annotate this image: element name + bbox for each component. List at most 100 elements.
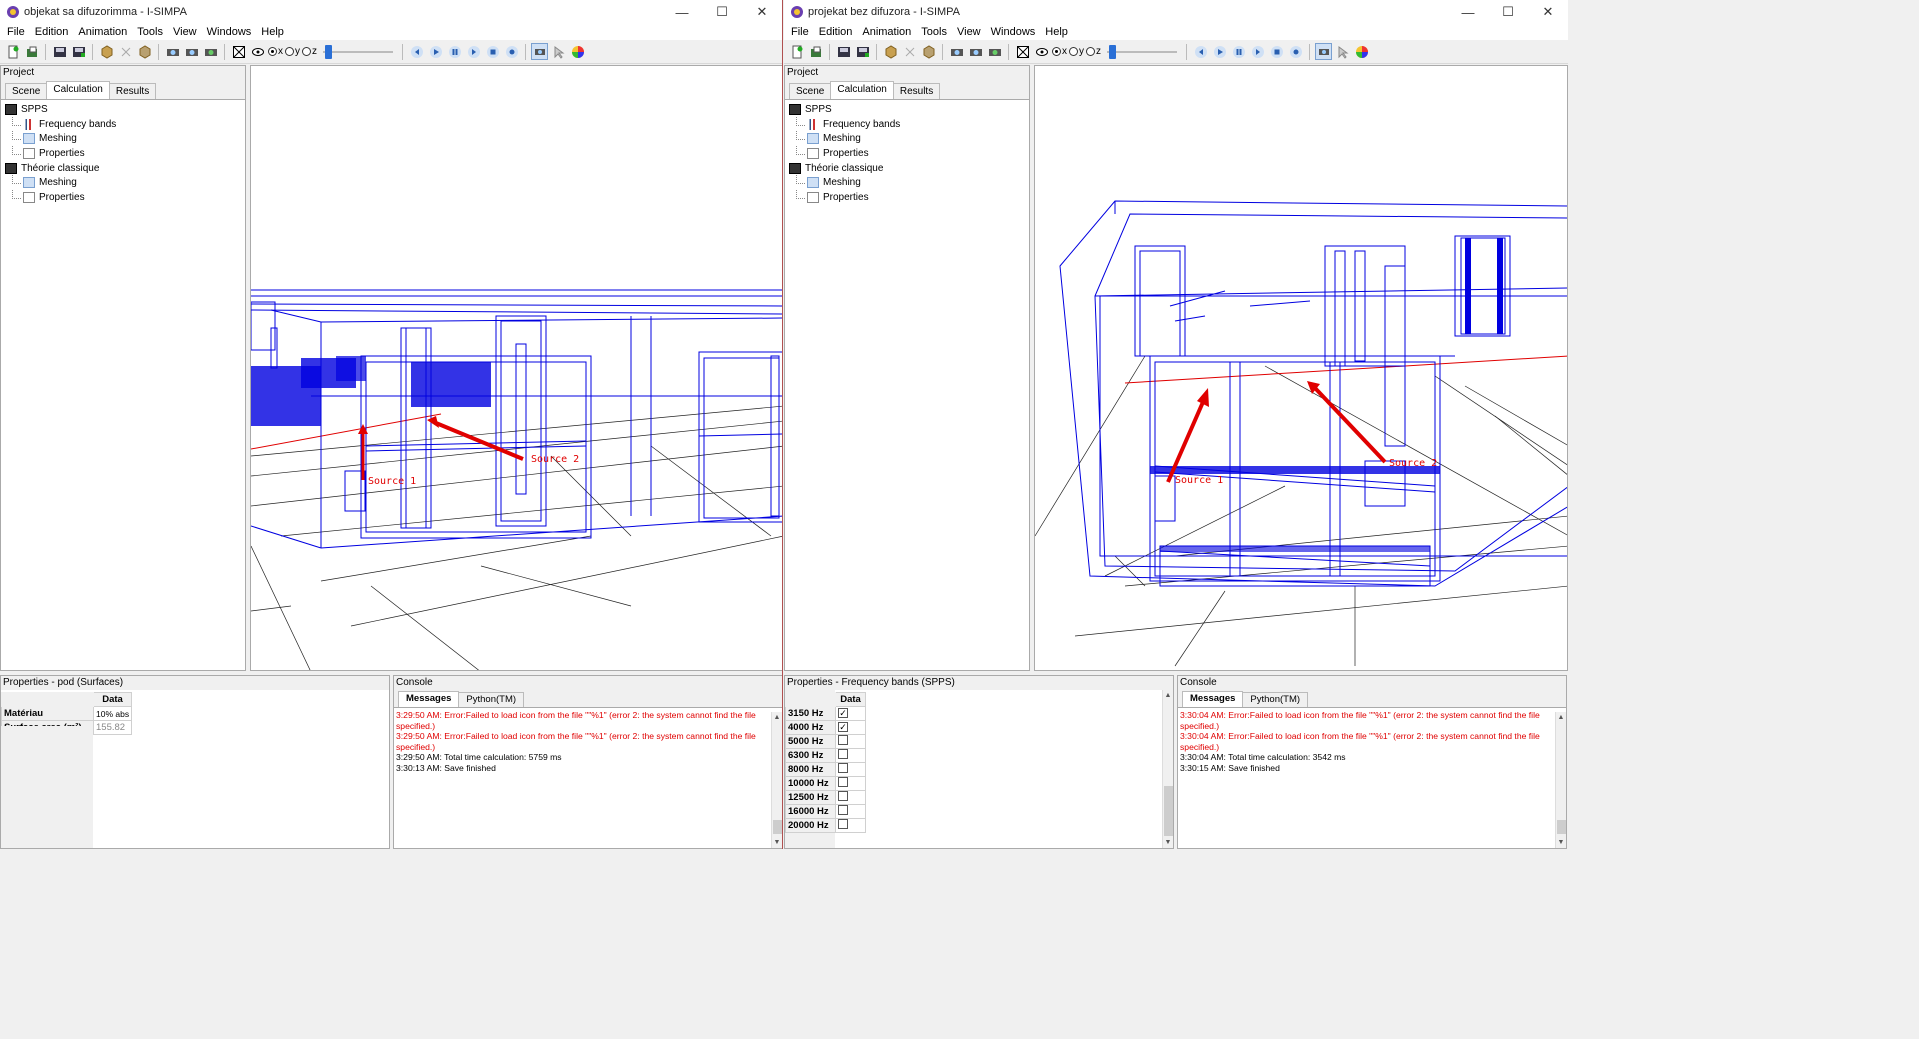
pointer-icon[interactable] [1334,43,1351,60]
play-icon[interactable] [1211,43,1228,60]
bounding-box-icon[interactable] [1014,43,1031,60]
title-bar[interactable]: objekat sa difuzorimma - I-SIMPA — ☐ ✕ [0,0,782,24]
tree-item-properties[interactable]: Properties [1,146,245,161]
new-project-icon[interactable] [788,43,805,60]
tree-item-meshing[interactable]: Meshing [785,131,1029,146]
row-value[interactable]: 10% abs [92,706,133,721]
properties-scrollbar[interactable]: ▲ ▼ [1162,690,1173,848]
menu-windows[interactable]: Windows [202,26,257,38]
menu-edition[interactable]: Edition [814,26,858,38]
radio-y[interactable]: y [285,46,300,57]
wireframe-scene[interactable]: Source 1 Source 2 [1035,66,1568,671]
radio-x[interactable]: x [268,46,283,57]
menu-tools[interactable]: Tools [916,26,952,38]
menu-help[interactable]: Help [1040,26,1073,38]
color-wheel-icon[interactable] [1353,43,1370,60]
camera-icon[interactable] [948,43,965,60]
record-icon[interactable] [1287,43,1304,60]
menu-help[interactable]: Help [256,26,289,38]
scroll-up-icon[interactable]: ▲ [1556,712,1566,723]
cube-alt-icon[interactable] [136,43,153,60]
first-frame-icon[interactable] [1192,43,1209,60]
checkbox-checked[interactable]: ✓ [838,722,848,732]
close-button[interactable]: ✕ [1528,0,1568,24]
menu-file[interactable]: File [2,26,30,38]
menu-view[interactable]: View [168,26,202,38]
tree-item-properties[interactable]: Properties [1,190,245,205]
checkbox-unchecked[interactable] [838,763,848,773]
tab-python[interactable]: Python(TM) [458,692,525,707]
3d-viewport[interactable]: Source 1 Source 2 [1034,65,1568,671]
camera-3-icon[interactable] [202,43,219,60]
camera-2-icon[interactable] [967,43,984,60]
menu-animation[interactable]: Animation [857,26,916,38]
stop-icon[interactable] [484,43,501,60]
save-icon[interactable] [51,43,68,60]
tab-results[interactable]: Results [892,83,941,99]
menu-animation[interactable]: Animation [73,26,132,38]
tree-item-properties[interactable]: Properties [785,146,1029,161]
tree-item-spps[interactable]: SPPS [785,102,1029,117]
checkbox-unchecked[interactable] [838,735,848,745]
minimize-button[interactable]: — [662,0,702,24]
camera-icon[interactable] [164,43,181,60]
record-icon[interactable] [503,43,520,60]
tab-python[interactable]: Python(TM) [1242,692,1309,707]
minimize-button[interactable]: — [1448,0,1488,24]
checkbox-unchecked[interactable] [838,819,848,829]
cut-icon[interactable] [901,43,918,60]
scroll-up-icon[interactable]: ▲ [772,712,782,723]
scroll-down-icon[interactable]: ▼ [772,837,782,848]
new-project-icon[interactable] [4,43,21,60]
cube-alt-icon[interactable] [920,43,937,60]
save-as-icon[interactable] [70,43,87,60]
tree-item-properties[interactable]: Properties [785,190,1029,205]
color-wheel-icon[interactable] [569,43,586,60]
cut-plane-slider[interactable] [323,44,393,60]
tab-scene[interactable]: Scene [5,83,48,99]
menu-file[interactable]: File [786,26,814,38]
menu-windows[interactable]: Windows [986,26,1041,38]
save-icon[interactable] [835,43,852,60]
zoom-icon[interactable] [531,43,548,60]
checkbox-unchecked[interactable] [838,791,848,801]
tab-scene[interactable]: Scene [789,83,832,99]
tree-item-spps[interactable]: SPPS [1,102,245,117]
maximize-button[interactable]: ☐ [1488,0,1528,24]
menu-edition[interactable]: Edition [30,26,74,38]
tree-item-meshing[interactable]: Meshing [1,131,245,146]
tab-messages[interactable]: Messages [1182,691,1244,707]
camera-2-icon[interactable] [183,43,200,60]
last-frame-icon[interactable] [1249,43,1266,60]
tab-messages[interactable]: Messages [398,691,460,707]
first-frame-icon[interactable] [408,43,425,60]
wireframe-scene[interactable]: Source 1 Source 2 [251,66,783,671]
radio-x[interactable]: x [1052,46,1067,57]
cube-icon[interactable] [98,43,115,60]
checkbox-unchecked[interactable] [838,805,848,815]
save-as-icon[interactable] [854,43,871,60]
pointer-icon[interactable] [550,43,567,60]
eye-icon[interactable] [1033,43,1050,60]
open-icon[interactable] [807,43,824,60]
stop-icon[interactable] [1268,43,1285,60]
console-scrollbar[interactable]: ▲ ▼ [771,712,782,848]
title-bar[interactable]: projekat bez difuzora - I-SIMPA — ☐ ✕ [784,0,1568,24]
3d-viewport[interactable]: Source 1 Source 2 [250,65,783,671]
radio-z[interactable]: z [1086,46,1101,57]
zoom-icon[interactable] [1315,43,1332,60]
eye-icon[interactable] [249,43,266,60]
radio-z[interactable]: z [302,46,317,57]
cut-plane-slider[interactable] [1107,44,1177,60]
menu-tools[interactable]: Tools [132,26,168,38]
checkbox-checked[interactable]: ✓ [838,708,848,718]
menu-view[interactable]: View [952,26,986,38]
camera-3-icon[interactable] [986,43,1003,60]
scroll-up-icon[interactable]: ▲ [1163,690,1173,701]
pause-icon[interactable] [446,43,463,60]
checkbox-unchecked[interactable] [838,777,848,787]
scroll-down-icon[interactable]: ▼ [1556,837,1566,848]
cut-icon[interactable] [117,43,134,60]
tree-item-meshing[interactable]: Meshing [1,175,245,190]
cube-icon[interactable] [882,43,899,60]
